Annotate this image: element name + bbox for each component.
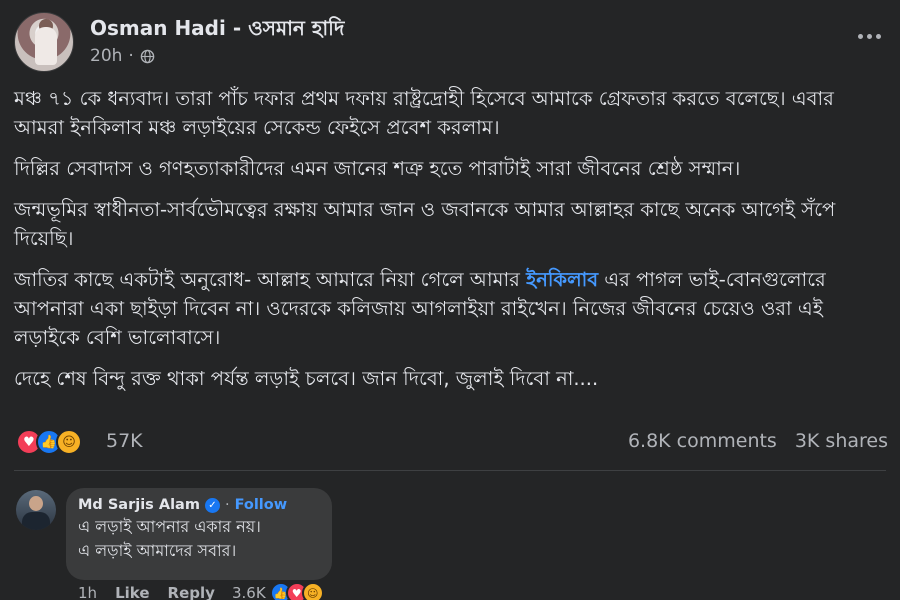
comment-line-1: এ লড়াই আপনার একার নয়। [78, 517, 261, 536]
comment-text: এ লড়াই আপনার একার নয়। এ লড়াই আমাদের স… [78, 515, 320, 563]
reaction-count[interactable]: 57K [106, 430, 143, 452]
meta-separator: · [128, 46, 134, 66]
care-reaction-icon: ☺ [56, 429, 82, 455]
post-paragraph-4: জাতির কাছে একটাই অনুরোধ- আল্লাহ আমারে নি… [14, 265, 886, 352]
commenter-avatar-suit [22, 512, 50, 530]
comment-time[interactable]: 1h [78, 584, 97, 600]
post-paragraph-5: দেহে শেষ বিন্দু রক্ত থাকা পর্যন্ত লড়াই … [14, 367, 599, 390]
commenter-avatar[interactable] [16, 490, 56, 530]
comment-reactions[interactable]: 3.6K 👍 ♥ ☺ [232, 582, 324, 600]
author-name[interactable]: Osman Hadi - ওসমান হাদি [90, 14, 344, 47]
engagement-counts: 6.8K comments 3K shares [628, 430, 888, 452]
comment-like-button[interactable]: Like [115, 584, 149, 600]
divider [14, 470, 886, 471]
follow-button[interactable]: Follow [235, 497, 288, 513]
post-time[interactable]: 20h [90, 46, 122, 66]
reaction-icons[interactable]: ♥ 👍 ☺ [16, 429, 82, 455]
comment-reaction-count: 3.6K [232, 584, 266, 600]
comment-separator: · [224, 497, 230, 513]
commenter-avatar-head [29, 496, 43, 511]
post-meta: 20h · [90, 46, 155, 66]
comment-actions: 1h Like Reply [78, 584, 215, 600]
more-icon[interactable] [854, 26, 884, 46]
post-paragraph-3: জন্মভূমির স্বাধীনতা-সার্বভৌমত্বের রক্ষায… [14, 198, 836, 250]
post-paragraph-2: দিল্লির সেবাদাস ও গণহত্যাকারীদের এমন জান… [14, 157, 741, 180]
post-body: মঞ্চ ৭১ কে ধন্যবাদ। তারা পাঁচ দফার প্রথম… [14, 84, 886, 405]
facebook-post: Osman Hadi - ওসমান হাদি 20h · মঞ্চ ৭১ কে… [0, 0, 900, 600]
comment-line-2: এ লড়াই আমাদের সবার। [78, 541, 237, 560]
commenter-name[interactable]: Md Sarjis Alam [78, 497, 200, 513]
shares-count[interactable]: 3K shares [795, 430, 888, 452]
inqilab-link[interactable]: ইনকিলাব [526, 268, 598, 291]
author-avatar[interactable] [14, 12, 74, 72]
globe-icon [140, 49, 155, 63]
comment-bubble: Md Sarjis Alam ✓ · Follow এ লড়াই আপনার … [66, 488, 332, 580]
post-header: Osman Hadi - ওসমান হাদি 20h · [14, 12, 886, 74]
verified-badge-icon: ✓ [204, 497, 220, 513]
comment-reply-button[interactable]: Reply [168, 584, 215, 600]
comment-header: Md Sarjis Alam ✓ · Follow [78, 497, 320, 513]
paragraph-4-start: জাতির কাছে একটাই অনুরোধ- আল্লাহ আমারে নি… [14, 268, 527, 291]
comment-care-reaction-icon: ☺ [301, 582, 324, 600]
comments-count[interactable]: 6.8K comments [628, 430, 777, 452]
avatar-figure [35, 27, 57, 65]
reactions-bar: ♥ 👍 ☺ 57K 6.8K comments 3K shares [16, 427, 888, 459]
post-paragraph-1: মঞ্চ ৭১ কে ধন্যবাদ। তারা পাঁচ দফার প্রথম… [14, 87, 834, 139]
